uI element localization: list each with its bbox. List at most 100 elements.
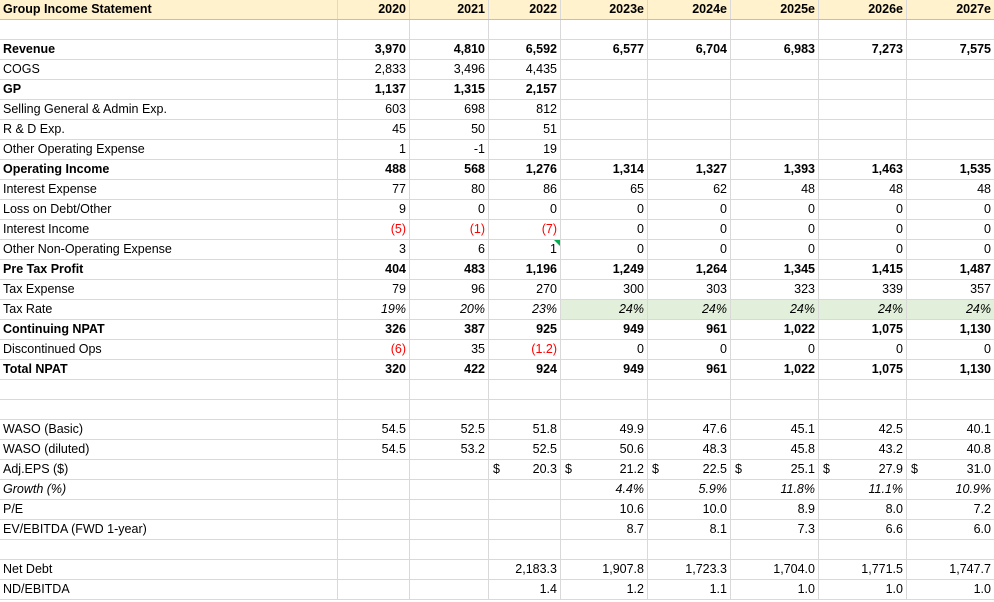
data-cell[interactable]: 1,314: [561, 160, 648, 179]
data-cell[interactable]: 924: [489, 360, 561, 379]
data-cell[interactable]: 52.5: [489, 440, 561, 459]
data-cell[interactable]: [338, 20, 410, 39]
data-cell[interactable]: [489, 380, 561, 399]
data-cell[interactable]: [731, 60, 819, 79]
data-cell[interactable]: [731, 80, 819, 99]
data-cell[interactable]: $27.9: [819, 460, 907, 479]
data-cell[interactable]: 0: [907, 200, 994, 219]
data-cell[interactable]: 323: [731, 280, 819, 299]
sheet-title[interactable]: Group Income Statement: [0, 0, 338, 19]
data-cell[interactable]: [561, 380, 648, 399]
row-label[interactable]: Continuing NPAT: [0, 320, 338, 339]
row-label[interactable]: Tax Rate: [0, 300, 338, 319]
data-cell[interactable]: 8.7: [561, 520, 648, 539]
row-label[interactable]: Revenue: [0, 40, 338, 59]
data-cell[interactable]: 1.0: [819, 580, 907, 599]
data-cell[interactable]: 6.0: [907, 520, 994, 539]
data-cell[interactable]: 23%: [489, 300, 561, 319]
data-cell[interactable]: 1,771.5: [819, 560, 907, 579]
data-cell[interactable]: 6: [410, 240, 489, 259]
data-cell[interactable]: 0: [489, 200, 561, 219]
data-cell[interactable]: 77: [338, 180, 410, 199]
data-cell[interactable]: [648, 120, 731, 139]
data-cell[interactable]: 812: [489, 100, 561, 119]
data-cell[interactable]: [907, 80, 994, 99]
data-cell[interactable]: 1,463: [819, 160, 907, 179]
data-cell[interactable]: [338, 520, 410, 539]
data-cell[interactable]: [907, 60, 994, 79]
data-cell[interactable]: 303: [648, 280, 731, 299]
row-label[interactable]: Pre Tax Profit: [0, 260, 338, 279]
data-cell[interactable]: [731, 120, 819, 139]
data-cell[interactable]: [410, 500, 489, 519]
data-cell[interactable]: 1,747.7: [907, 560, 994, 579]
row-label[interactable]: Interest Income: [0, 220, 338, 239]
data-cell[interactable]: [561, 100, 648, 119]
data-cell[interactable]: [819, 100, 907, 119]
data-cell[interactable]: 0: [648, 200, 731, 219]
data-cell[interactable]: 1: [489, 240, 561, 259]
year-header[interactable]: 2023e: [561, 0, 648, 19]
row-label[interactable]: Total NPAT: [0, 360, 338, 379]
data-cell[interactable]: 2,833: [338, 60, 410, 79]
data-cell[interactable]: 0: [561, 220, 648, 239]
data-cell[interactable]: 96: [410, 280, 489, 299]
row-label[interactable]: WASO (Basic): [0, 420, 338, 439]
data-cell[interactable]: 0: [907, 340, 994, 359]
data-cell[interactable]: 6,592: [489, 40, 561, 59]
data-cell[interactable]: [819, 20, 907, 39]
data-cell[interactable]: [648, 540, 731, 559]
data-cell[interactable]: 4,435: [489, 60, 561, 79]
data-cell[interactable]: 1,345: [731, 260, 819, 279]
data-cell[interactable]: [410, 520, 489, 539]
data-cell[interactable]: 24%: [561, 300, 648, 319]
data-cell[interactable]: 54.5: [338, 420, 410, 439]
data-cell[interactable]: [410, 400, 489, 419]
data-cell[interactable]: 43.2: [819, 440, 907, 459]
data-cell[interactable]: 8.0: [819, 500, 907, 519]
data-cell[interactable]: [731, 140, 819, 159]
year-header[interactable]: 2021: [410, 0, 489, 19]
row-label[interactable]: EV/EBITDA (FWD 1-year): [0, 520, 338, 539]
data-cell[interactable]: 24%: [907, 300, 994, 319]
row-label[interactable]: Other Non-Operating Expense: [0, 240, 338, 259]
data-cell[interactable]: 10.6: [561, 500, 648, 519]
data-cell[interactable]: 0: [907, 240, 994, 259]
data-cell[interactable]: 3,970: [338, 40, 410, 59]
data-cell[interactable]: (6): [338, 340, 410, 359]
data-cell[interactable]: 0: [561, 340, 648, 359]
data-cell[interactable]: [338, 400, 410, 419]
data-cell[interactable]: [489, 540, 561, 559]
year-header[interactable]: 2022: [489, 0, 561, 19]
data-cell[interactable]: 0: [731, 200, 819, 219]
data-cell[interactable]: 339: [819, 280, 907, 299]
row-label[interactable]: Operating Income: [0, 160, 338, 179]
data-cell[interactable]: 7,273: [819, 40, 907, 59]
data-cell[interactable]: 20%: [410, 300, 489, 319]
data-cell[interactable]: [338, 500, 410, 519]
data-cell[interactable]: 2,157: [489, 80, 561, 99]
data-cell[interactable]: 53.2: [410, 440, 489, 459]
data-cell[interactable]: $22.5: [648, 460, 731, 479]
data-cell[interactable]: 52.5: [410, 420, 489, 439]
data-cell[interactable]: [819, 400, 907, 419]
data-cell[interactable]: 8.9: [731, 500, 819, 519]
data-cell[interactable]: 3,496: [410, 60, 489, 79]
data-cell[interactable]: [338, 480, 410, 499]
data-cell[interactable]: 925: [489, 320, 561, 339]
data-cell[interactable]: 1,137: [338, 80, 410, 99]
data-cell[interactable]: 51: [489, 120, 561, 139]
row-label[interactable]: Loss on Debt/Other: [0, 200, 338, 219]
data-cell[interactable]: [907, 540, 994, 559]
data-cell[interactable]: [648, 100, 731, 119]
data-cell[interactable]: 0: [819, 240, 907, 259]
data-cell[interactable]: 9: [338, 200, 410, 219]
row-label[interactable]: [0, 20, 338, 39]
data-cell[interactable]: 1,130: [907, 360, 994, 379]
data-cell[interactable]: 48: [819, 180, 907, 199]
data-cell[interactable]: -1: [410, 140, 489, 159]
data-cell[interactable]: 326: [338, 320, 410, 339]
data-cell[interactable]: 404: [338, 260, 410, 279]
data-cell[interactable]: (7): [489, 220, 561, 239]
data-cell[interactable]: 0: [907, 220, 994, 239]
